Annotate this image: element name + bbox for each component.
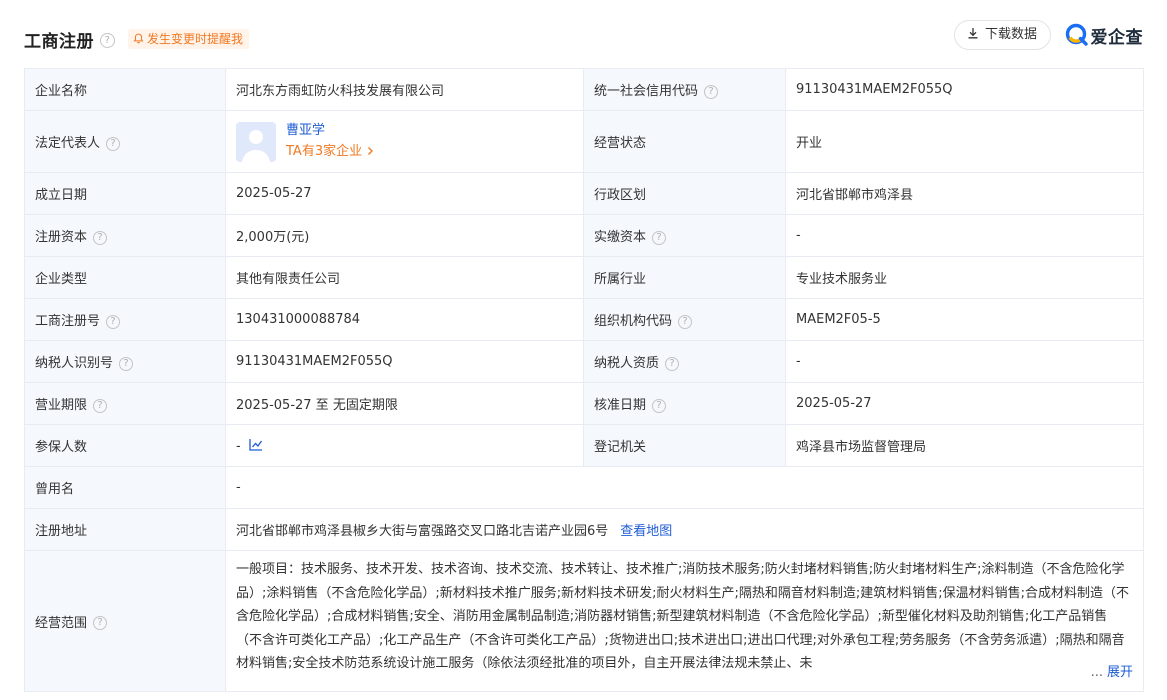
label-legal-rep: 法定代表人? [24, 110, 226, 173]
help-icon[interactable]: ? [106, 136, 121, 151]
help-icon[interactable]: ? [106, 314, 121, 329]
value-insured-count: - [225, 424, 584, 467]
label-registered-capital: 注册资本? [24, 214, 226, 257]
registration-table: 企业名称 河北东方雨虹防火科技发展有限公司 统一社会信用代码? 91130431… [24, 68, 1144, 692]
download-data-button[interactable]: 下载数据 [953, 20, 1051, 50]
value-business-term: 2025-05-27 至 无固定期限 [225, 382, 584, 425]
label-region: 行政区划 [583, 172, 786, 215]
value-founded-date: 2025-05-27 [225, 172, 584, 215]
label-credit-code: 统一社会信用代码? [583, 68, 786, 111]
value-company-type: 其他有限责任公司 [225, 256, 584, 299]
table-row: 曾用名 - [24, 466, 1144, 509]
table-row: 企业类型 其他有限责任公司 所属行业 专业技术服务业 [24, 256, 1144, 299]
table-row: 注册地址 河北省邯郸市鸡泽县椒乡大街与富强路交叉口路北吉诺产业园6号 查看地图 [24, 508, 1144, 551]
avatar[interactable] [236, 121, 276, 162]
value-business-scope: 一般项目：技术服务、技术开发、技术咨询、技术交流、技术转让、技术推广;消防技术服… [225, 550, 1144, 692]
label-former-name: 曾用名 [24, 466, 226, 509]
section-header: 工商注册? 发生变更时提醒我 下载数据 爱企查 [24, 18, 1143, 58]
legal-rep-name-link[interactable]: 曹亚学 [286, 122, 375, 140]
value-approval-date: 2025-05-27 [785, 382, 1144, 425]
help-icon[interactable]: ? [652, 230, 667, 245]
help-icon[interactable]: ? [678, 314, 693, 329]
value-registered-address: 河北省邯郸市鸡泽县椒乡大街与富强路交叉口路北吉诺产业园6号 查看地图 [225, 508, 1144, 551]
download-icon [968, 28, 978, 39]
help-icon[interactable]: ? [704, 84, 719, 99]
value-taxpayer-qualification: - [785, 340, 1144, 383]
table-row: 企业名称 河北东方雨虹防火科技发展有限公司 统一社会信用代码? 91130431… [24, 68, 1144, 111]
brand-name: 爱企查 [1090, 27, 1143, 48]
logo-q-icon [1065, 23, 1088, 46]
table-row: 工商注册号? 130431000088784 组织机构代码? MAEM2F05-… [24, 298, 1144, 341]
help-icon[interactable]: ? [652, 398, 667, 413]
label-company-type: 企业类型 [24, 256, 226, 299]
label-paid-capital: 实缴资本? [583, 214, 786, 257]
table-row: 营业期限? 2025-05-27 至 无固定期限 核准日期? 2025-05-2… [24, 382, 1144, 425]
help-icon[interactable]: ? [665, 356, 680, 371]
value-status: 开业 [785, 110, 1144, 173]
label-taxpayer-qualification: 纳税人资质? [583, 340, 786, 383]
value-registered-capital: 2,000万(元) [225, 214, 584, 257]
ellipsis: ... [1090, 664, 1103, 680]
person-icon [242, 129, 270, 162]
label-taxpayer-id: 纳税人识别号? [24, 340, 226, 383]
label-registered-address: 注册地址 [24, 508, 226, 551]
aiqicha-logo: 爱企查 [1065, 21, 1144, 49]
table-row: 参保人数 - 登记机关 鸡泽县市场监督管理局 [24, 424, 1144, 467]
label-status: 经营状态 [583, 110, 786, 173]
value-registration-authority: 鸡泽县市场监督管理局 [785, 424, 1144, 467]
value-former-name: - [225, 466, 1144, 509]
table-row: 成立日期 2025-05-27 行政区划 河北省邯郸市鸡泽县 [24, 172, 1144, 215]
label-registration-authority: 登记机关 [583, 424, 786, 467]
value-company-name: 河北东方雨虹防火科技发展有限公司 [225, 68, 584, 111]
related-companies-link[interactable]: TA有3家企业 [286, 142, 375, 162]
chevron-right-icon [368, 146, 374, 155]
label-founded-date: 成立日期 [24, 172, 226, 215]
bell-icon [133, 33, 144, 44]
label-org-code: 组织机构代码? [583, 298, 786, 341]
label-company-name: 企业名称 [24, 68, 226, 111]
value-legal-rep: 曹亚学 TA有3家企业 [225, 110, 584, 173]
help-icon[interactable]: ? [100, 32, 115, 48]
value-taxpayer-id: 91130431MAEM2F055Q [225, 340, 584, 383]
table-row: 法定代表人? 曹亚学 TA有3家企业 经营状态 开业 [24, 110, 1144, 173]
business-scope-text: 一般项目：技术服务、技术开发、技术咨询、技术交流、技术转让、技术推广;消防技术服… [236, 562, 1130, 671]
table-row: 纳税人识别号? 91130431MAEM2F055Q 纳税人资质? - [24, 340, 1144, 383]
label-business-scope: 经营范围? [24, 550, 226, 692]
change-reminder-button[interactable]: 发生变更时提醒我 [128, 29, 250, 49]
trend-chart-icon[interactable] [249, 438, 263, 451]
value-region: 河北省邯郸市鸡泽县 [785, 172, 1144, 215]
view-map-link[interactable]: 查看地图 [620, 524, 672, 539]
help-icon[interactable]: ? [93, 398, 108, 413]
help-icon[interactable]: ? [119, 356, 134, 371]
label-insured-count: 参保人数 [24, 424, 226, 467]
table-row: 注册资本? 2,000万(元) 实缴资本? - [24, 214, 1144, 257]
help-icon[interactable]: ? [93, 616, 108, 630]
value-credit-code: 91130431MAEM2F055Q [785, 68, 1144, 111]
section-title: 工商注册? [24, 27, 115, 52]
expand-link[interactable]: 展开 [1107, 665, 1133, 680]
table-row: 经营范围? 一般项目：技术服务、技术开发、技术咨询、技术交流、技术转让、技术推广… [24, 550, 1144, 692]
value-paid-capital: - [785, 214, 1144, 257]
value-org-code: MAEM2F05-5 [785, 298, 1144, 341]
legal-rep-card: 曹亚学 TA有3家企业 [236, 121, 573, 162]
label-business-term: 营业期限? [24, 382, 226, 425]
help-icon[interactable]: ? [93, 230, 108, 245]
value-industry: 专业技术服务业 [785, 256, 1144, 299]
label-industry: 所属行业 [583, 256, 786, 299]
label-approval-date: 核准日期? [583, 382, 786, 425]
value-registration-number: 130431000088784 [225, 298, 584, 341]
label-registration-number: 工商注册号? [24, 298, 226, 341]
